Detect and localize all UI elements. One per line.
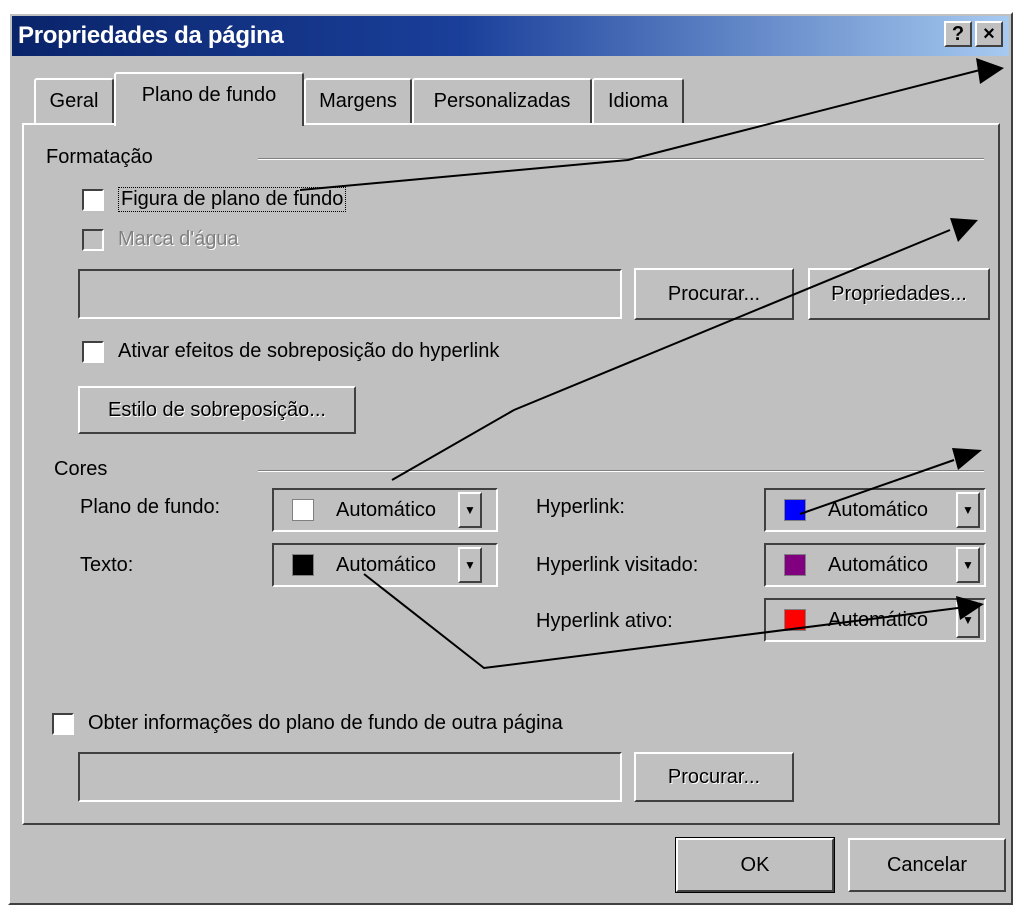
chevron-down-icon[interactable]: ▼ <box>956 602 980 638</box>
chevron-down-icon[interactable]: ▼ <box>458 547 482 583</box>
help-button[interactable]: ? <box>944 21 972 47</box>
background-color-label: Plano de fundo: <box>80 496 221 518</box>
ok-button[interactable]: OK <box>675 837 835 893</box>
colors-separator <box>258 470 984 472</box>
cancel-button[interactable]: Cancelar <box>848 838 1006 892</box>
text-color-swatch <box>292 554 314 576</box>
hyperlink-visited-color-swatch <box>784 554 806 576</box>
hyperlink-visited-color-value: Automático <box>828 554 929 576</box>
other-page-browse-button[interactable]: Procurar... <box>634 752 794 802</box>
hyperlink-visited-color-label: Hyperlink visitado: <box>536 554 699 576</box>
tab-plano-de-fundo[interactable]: Plano de fundo <box>114 72 304 126</box>
hyperlink-color-label: Hyperlink: <box>536 496 625 518</box>
colors-group-label: Cores <box>54 458 108 480</box>
text-color-label: Texto: <box>80 554 134 576</box>
other-page-background-label: Obter informações do plano de fundo de o… <box>88 712 563 734</box>
watermark-checkbox[interactable] <box>82 229 104 251</box>
watermark-label: Marca d'água <box>118 228 239 250</box>
rollover-style-button[interactable]: Estilo de sobreposição... <box>78 386 356 434</box>
hyperlink-rollover-label: Ativar efeitos de sobreposição do hyperl… <box>118 340 500 362</box>
background-color-combo[interactable]: Automático ▼ <box>272 488 498 532</box>
tab-margens[interactable]: Margens <box>304 78 412 124</box>
formatting-group-label: Formatação <box>46 146 153 168</box>
chevron-down-icon[interactable]: ▼ <box>956 547 980 583</box>
background-color-swatch <box>292 499 314 521</box>
text-color-combo[interactable]: Automático ▼ <box>272 543 498 587</box>
window-title: Propriedades da página <box>18 22 284 49</box>
hyperlink-rollover-checkbox[interactable] <box>82 341 104 363</box>
background-picture-checkbox[interactable] <box>82 189 104 211</box>
hyperlink-active-color-value: Automático <box>828 609 929 631</box>
hyperlink-active-color-swatch <box>784 609 806 631</box>
hyperlink-color-value: Automático <box>828 499 929 521</box>
background-picture-label[interactable]: Figura de plano de fundo <box>118 187 347 212</box>
browse-button[interactable]: Procurar... <box>634 268 794 320</box>
chevron-down-icon[interactable]: ▼ <box>458 492 482 528</box>
background-color-value: Automático <box>336 499 437 521</box>
background-picture-path-field[interactable] <box>78 269 622 319</box>
hyperlink-color-combo[interactable]: Automático ▼ <box>764 488 986 532</box>
active-tab-joiner <box>116 122 302 126</box>
hyperlink-visited-color-combo[interactable]: Automático ▼ <box>764 543 986 587</box>
tab-personalizadas[interactable]: Personalizadas <box>412 78 592 124</box>
chevron-down-icon[interactable]: ▼ <box>956 492 980 528</box>
tab-idioma[interactable]: Idioma <box>592 78 684 124</box>
hyperlink-active-color-combo[interactable]: Automático ▼ <box>764 598 986 642</box>
other-page-background-checkbox[interactable] <box>52 713 74 735</box>
hyperlink-color-swatch <box>784 499 806 521</box>
formatting-separator <box>258 158 984 160</box>
other-page-path-field[interactable] <box>78 752 622 802</box>
text-color-value: Automático <box>336 554 437 576</box>
close-button[interactable]: × <box>975 21 1003 47</box>
properties-button[interactable]: Propriedades... <box>808 268 990 320</box>
tab-geral[interactable]: Geral <box>34 78 114 124</box>
hyperlink-active-color-label: Hyperlink ativo: <box>536 610 673 632</box>
